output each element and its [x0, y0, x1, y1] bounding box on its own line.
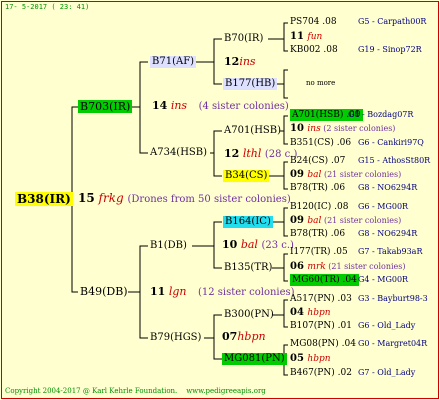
leaf-row: B78(TR) .06 G8 - NO6294R — [290, 229, 417, 239]
leaf-queen[interactable]: B120(IC) .08 — [290, 202, 348, 212]
leaf-row: MG08(PN) .04 G0 - Margret04R — [290, 339, 427, 349]
node-b79[interactable]: B79(HGS) — [150, 333, 201, 343]
node-a701[interactable]: A701(HSB) — [224, 126, 281, 136]
leaf-queen[interactable]: A517(PN) .03 — [290, 294, 352, 304]
leaf-source: G19 - Sinop72R — [358, 45, 422, 54]
leaf-source: G8 - NO6294R — [358, 183, 418, 192]
leaf-row: 05 hbpn — [290, 354, 331, 364]
node-b1[interactable]: B1(DB) — [150, 241, 187, 251]
leaf-queen[interactable]: PS704 .08 — [290, 17, 337, 27]
leaf-note: (21 sister colonies) — [321, 216, 402, 225]
leaf-row: B107(PN) .01 G6 - Old_Lady — [290, 321, 415, 331]
leaf-generation: 09 — [290, 215, 308, 226]
leaf-row: I177(TR) .05 G7 - Takab93aR — [290, 247, 422, 257]
leaf-source: G15 - AthosSt80R — [358, 156, 431, 165]
leaf-line: bal — [307, 170, 322, 180]
node-mg081[interactable]: MG081(PN) — [222, 353, 287, 365]
leaf-generation: 04 — [290, 307, 308, 318]
leaf-source: G5 - Carpath00R — [358, 17, 427, 26]
gen-b300: 07hbpn — [222, 330, 266, 343]
leaf-note: (21 sister colonies) — [325, 262, 406, 271]
leaf-row: KB002 .08 G19 - Sinop72R — [290, 45, 422, 55]
leaf-note: (2 sister colonies) — [320, 124, 396, 133]
node-b135[interactable]: B135(TR) — [224, 263, 272, 273]
node-b49[interactable]: B49(DB) — [80, 286, 128, 297]
gen-b703: 14 ins (4 sister colonies) — [152, 99, 289, 112]
leaf-line: bal — [307, 216, 322, 226]
node-b70[interactable]: B70(IR) — [224, 34, 263, 44]
leaf-source: G7 - Old_Lady — [358, 368, 416, 377]
no-more-label: no more — [306, 79, 336, 87]
leaf-generation: 05 — [290, 353, 308, 364]
leaf-source: G3 - Bayburt98-3 — [358, 294, 428, 303]
site-link[interactable]: www.pedigreeapis.org — [186, 387, 266, 395]
leaf-source: G6 - MG00R — [358, 202, 409, 211]
node-b177[interactable]: B177(HB) — [223, 78, 278, 90]
leaf-source: G0 - Margret04R — [358, 339, 428, 348]
node-b164[interactable]: B164(IC) — [223, 216, 273, 228]
leaf-row: B120(IC) .08 G6 - MG00R — [290, 202, 408, 212]
gen-b70: 12ins — [224, 55, 256, 68]
leaf-row: B351(CS) .06 G6 - Cankiri97Q — [290, 138, 424, 148]
node-a734[interactable]: A734(HSB) — [150, 148, 207, 158]
gen-b164: 10 bal (23 c.) — [222, 238, 294, 251]
leaf-row: B24(CS) .07 G15 - AthosSt80R — [290, 156, 430, 166]
node-b71[interactable]: B71(AF) — [150, 56, 197, 68]
leaf-row: 09 bal (21 sister colonies) — [290, 170, 401, 180]
leaf-row: B78(TR) .06 G8 - NO6294R — [290, 183, 417, 193]
leaf-queen[interactable]: MG60(TR) .04 — [290, 274, 359, 286]
leaf-row: 10 ins (2 sister colonies) — [290, 124, 395, 134]
leaf-queen[interactable]: B107(PN) .01 — [290, 321, 352, 331]
timestamp: 17- 5-2017 ( 23: 41) — [5, 3, 90, 11]
leaf-generation: 06 — [290, 261, 308, 272]
leaf-row: A517(PN) .03 G3 - Bayburt98-3 — [290, 294, 428, 304]
leaf-generation: 10 — [290, 123, 308, 134]
leaf-row: 09 bal (21 sister colonies) — [290, 216, 401, 226]
leaf-line: hbpn — [307, 354, 331, 364]
leaf-queen[interactable]: B78(TR) .06 — [290, 229, 345, 239]
leaf-source: G7 - Takab93aR — [358, 247, 423, 256]
leaf-source: G4 - MG00R — [358, 275, 409, 284]
leaf-generation: 09 — [290, 169, 308, 180]
leaf-generation: 11 — [290, 31, 308, 42]
node-b300[interactable]: B300(PN) — [224, 310, 274, 320]
leaf-row: 06 mrk (21 sister colonies) — [290, 262, 406, 272]
leaf-row: A701(HSB) .09 G4 - Bozdag07R — [290, 109, 413, 121]
copyright: Copyright 2004-2017 @ Karl Kehrle Founda… — [5, 387, 266, 395]
leaf-line: fun — [307, 32, 323, 42]
leaf-source: G6 - Old_Lady — [358, 321, 416, 330]
leaf-queen[interactable]: I177(TR) .05 — [290, 247, 348, 257]
node-b703[interactable]: B703(IR) — [78, 100, 133, 113]
leaf-row: PS704 .08 G5 - Carpath00R — [290, 17, 426, 27]
root-queen[interactable]: B38(IR) — [15, 192, 73, 206]
leaf-queen[interactable]: B351(CS) .06 — [290, 138, 351, 148]
leaf-source: G6 - Cankiri97Q — [358, 138, 424, 147]
node-b34[interactable]: B34(CS) — [223, 170, 270, 182]
leaf-queen[interactable]: B24(CS) .07 — [290, 156, 345, 166]
gen-b49: 11 lgn (12 sister colonies) — [150, 285, 295, 298]
leaf-line: mrk — [307, 262, 326, 272]
leaf-line: ins — [307, 124, 321, 134]
leaf-queen[interactable]: KB002 .08 — [290, 45, 338, 55]
root-generation: 15 frkg (Drones from 50 sister colonies) — [78, 191, 291, 205]
leaf-note: (21 sister colonies) — [321, 170, 402, 179]
gen-a701: 12 lthl (28 c.) — [224, 147, 298, 160]
leaf-row: 04 hbpn — [290, 308, 331, 318]
leaf-row: 11 fun — [290, 32, 322, 42]
leaf-line: hbpn — [307, 308, 331, 318]
leaf-source: G8 - NO6294R — [358, 229, 418, 238]
leaf-row: MG60(TR) .04 G4 - MG00R — [290, 274, 408, 286]
leaf-queen[interactable]: B78(TR) .06 — [290, 183, 345, 193]
leaf-source: G4 - Bozdag07R — [348, 110, 414, 119]
leaf-queen[interactable]: B467(PN) .02 — [290, 368, 352, 378]
leaf-row: B467(PN) .02 G7 - Old_Lady — [290, 368, 415, 378]
leaf-queen[interactable]: MG08(PN) .04 — [290, 339, 356, 349]
